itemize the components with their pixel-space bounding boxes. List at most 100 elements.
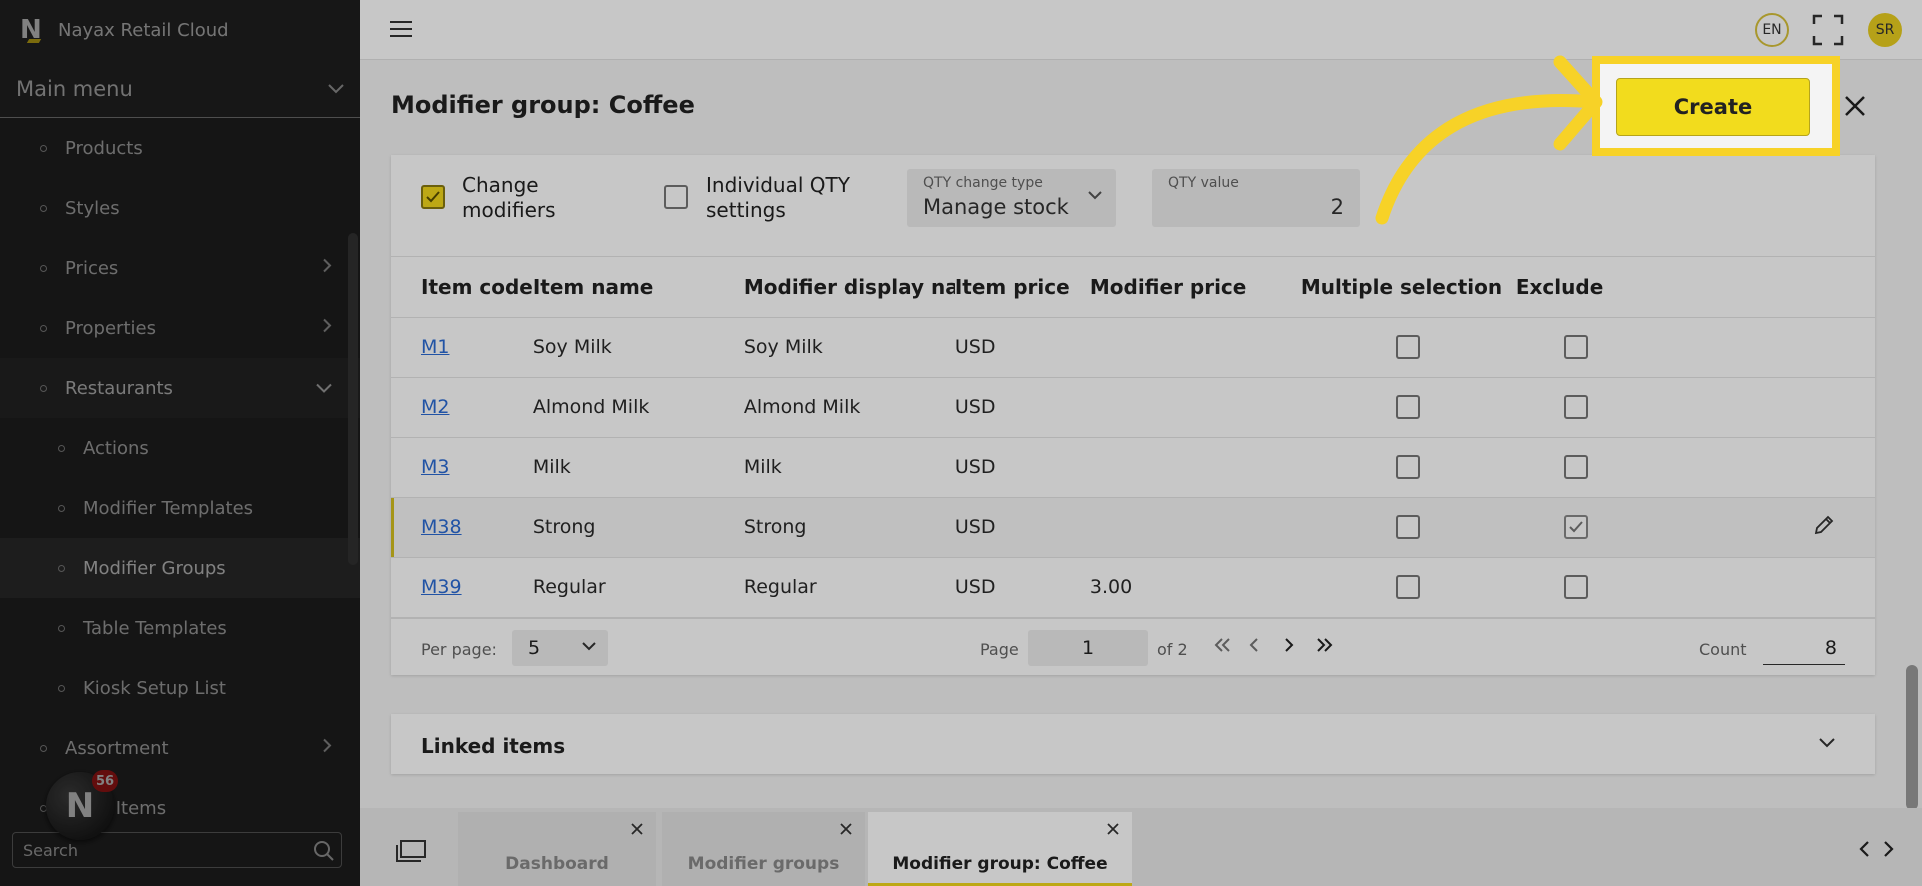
item-price-cell: USD [954, 317, 1090, 378]
table-row[interactable]: M39 Regular Regular USD 3.00 [391, 557, 1875, 618]
sidebar-item-table-templates[interactable]: Table Templates [0, 598, 360, 658]
tab-dashboard[interactable]: Dashboard [458, 812, 656, 886]
item-name-cell: Soy Milk [532, 317, 744, 378]
item-code-cell: M39 [391, 557, 533, 618]
bullet-icon [40, 204, 47, 212]
item-code-link[interactable]: M3 [421, 456, 449, 478]
chevron-right-icon[interactable] [322, 258, 332, 279]
change-modifiers-checkbox[interactable] [421, 185, 445, 209]
notification-badge: 56 [92, 770, 119, 792]
chevron-right-icon[interactable] [322, 738, 332, 759]
windows-icon[interactable] [396, 840, 426, 862]
page-number-input[interactable]: 1 [1028, 629, 1148, 666]
search-input[interactable] [23, 840, 303, 860]
multiple-selection-checkbox[interactable] [1396, 575, 1421, 599]
last-page-icon[interactable] [1316, 637, 1334, 653]
sidebar-item-actions[interactable]: Actions [0, 418, 360, 478]
close-tab-icon[interactable] [630, 822, 644, 836]
exclude-checkbox[interactable] [1563, 395, 1588, 419]
tab-modifier-group-coffee[interactable]: Modifier group: Coffee [868, 812, 1132, 886]
sidebar-item-label: Modifier Groups [83, 557, 226, 579]
item-code-link[interactable]: M1 [421, 336, 449, 358]
language-button[interactable]: EN [1755, 13, 1789, 47]
tab-modifier-groups[interactable]: Modifier groups [662, 812, 865, 886]
sidebar-item-restaurants[interactable]: Restaurants [0, 358, 360, 418]
fullscreen-icon[interactable] [1812, 14, 1844, 46]
first-page-icon[interactable] [1213, 637, 1231, 653]
column-header-item-name[interactable]: Item name [532, 257, 744, 318]
chevron-down-icon [582, 641, 596, 650]
close-tab-icon[interactable] [839, 822, 853, 836]
modifier-display-name-cell: Almond Milk [743, 377, 955, 438]
chevron-down-icon [1088, 191, 1102, 200]
sidebar-item-styles[interactable]: Styles [0, 178, 360, 238]
multiple-selection-checkbox[interactable] [1396, 395, 1421, 419]
item-code-cell: M38 [391, 497, 533, 558]
edit-pencil-icon[interactable] [1813, 514, 1835, 536]
count-value: 8 [1763, 631, 1845, 665]
sidebar-scrollbar[interactable] [348, 233, 358, 565]
sidebar-item-modifier-templates[interactable]: Modifier Templates [0, 478, 360, 538]
item-code-link[interactable]: M39 [421, 576, 462, 598]
sidebar-item-modifier-groups[interactable]: Modifier Groups [0, 538, 360, 598]
exclude-checkbox[interactable] [1563, 335, 1588, 359]
linked-items-section[interactable]: Linked items [391, 714, 1875, 774]
exclude-checkbox[interactable] [1563, 575, 1588, 599]
bullet-icon [58, 564, 65, 572]
next-page-icon[interactable] [1283, 637, 1295, 653]
main-menu-label: Main menu [16, 76, 133, 101]
table-row[interactable]: M3 Milk Milk USD [391, 437, 1875, 498]
sidebar-search [12, 832, 342, 868]
item-code-cell: M1 [391, 317, 533, 378]
table-header-row: Item code Item name Modifier display nai… [391, 257, 1875, 318]
column-header-item-price[interactable]: Item price [954, 257, 1090, 318]
page-scrollbar[interactable] [1906, 665, 1918, 810]
multiple-selection-checkbox[interactable] [1396, 515, 1421, 539]
create-button[interactable]: Create [1616, 78, 1810, 136]
hamburger-menu-icon[interactable] [390, 19, 412, 39]
close-icon[interactable] [1843, 94, 1867, 118]
chevron-right-icon[interactable] [322, 318, 332, 339]
exclude-checkbox[interactable] [1563, 455, 1588, 479]
table-row[interactable]: M1 Soy Milk Soy Milk USD [391, 317, 1875, 378]
linked-items-label: Linked items [421, 734, 566, 758]
column-header-item-code[interactable]: Item code [391, 257, 533, 318]
sidebar-item-prices[interactable]: Prices [0, 238, 360, 298]
individual-qty-checkbox[interactable] [664, 185, 688, 209]
multiple-selection-checkbox[interactable] [1396, 455, 1421, 479]
item-code-link[interactable]: M38 [421, 516, 462, 538]
sidebar-item-properties[interactable]: Properties [0, 298, 360, 358]
table-row[interactable]: M38 Strong Strong USD [391, 497, 1875, 558]
count-label: Count [1699, 639, 1747, 659]
column-header-exclude[interactable]: Exclude [1515, 257, 1636, 318]
column-header-modifier-display-name[interactable]: Modifier display nai [743, 257, 955, 318]
per-page-select[interactable]: 5 [512, 629, 608, 666]
column-header-multiple-selection[interactable]: Multiple selection [1300, 257, 1516, 318]
tab-label: Modifier group: Coffee [892, 854, 1108, 874]
table-row[interactable]: M2 Almond Milk Almond Milk USD [391, 377, 1875, 438]
multiple-selection-checkbox[interactable] [1396, 335, 1421, 359]
exclude-checkbox[interactable] [1563, 515, 1588, 539]
main-menu-toggle[interactable]: Main menu [0, 60, 360, 118]
modifier-price-cell: 3.00 [1089, 557, 1301, 618]
sidebar-item-kiosk-setup-list[interactable]: Kiosk Setup List [0, 658, 360, 718]
chevron-right-icon[interactable] [1882, 840, 1896, 858]
sidebar-item-label: Assortment [65, 737, 169, 759]
modifier-price-cell [1089, 317, 1301, 378]
multiple-selection-cell [1300, 317, 1516, 378]
sidebar-item-products[interactable]: Products [0, 118, 360, 178]
qty-change-type-select[interactable]: QTY change type Manage stock [907, 169, 1116, 227]
item-code-link[interactable]: M2 [421, 396, 449, 418]
multiple-selection-cell [1300, 557, 1516, 618]
search-icon[interactable] [313, 840, 335, 862]
column-header-modifier-price[interactable]: Modifier price [1089, 257, 1301, 318]
brand[interactable]: N Nayax Retail Cloud [0, 0, 360, 60]
sidebar-item-assortment[interactable]: Assortment [0, 718, 360, 778]
chevron-left-icon[interactable] [1857, 840, 1871, 858]
qty-value-field[interactable]: QTY value 2 [1152, 169, 1360, 227]
close-tab-icon[interactable] [1106, 822, 1120, 836]
previous-page-icon[interactable] [1248, 637, 1260, 653]
qty-change-type-value: Manage stock [923, 195, 1069, 219]
user-avatar[interactable]: SR [1868, 13, 1902, 47]
chevron-down-icon[interactable] [316, 378, 332, 399]
